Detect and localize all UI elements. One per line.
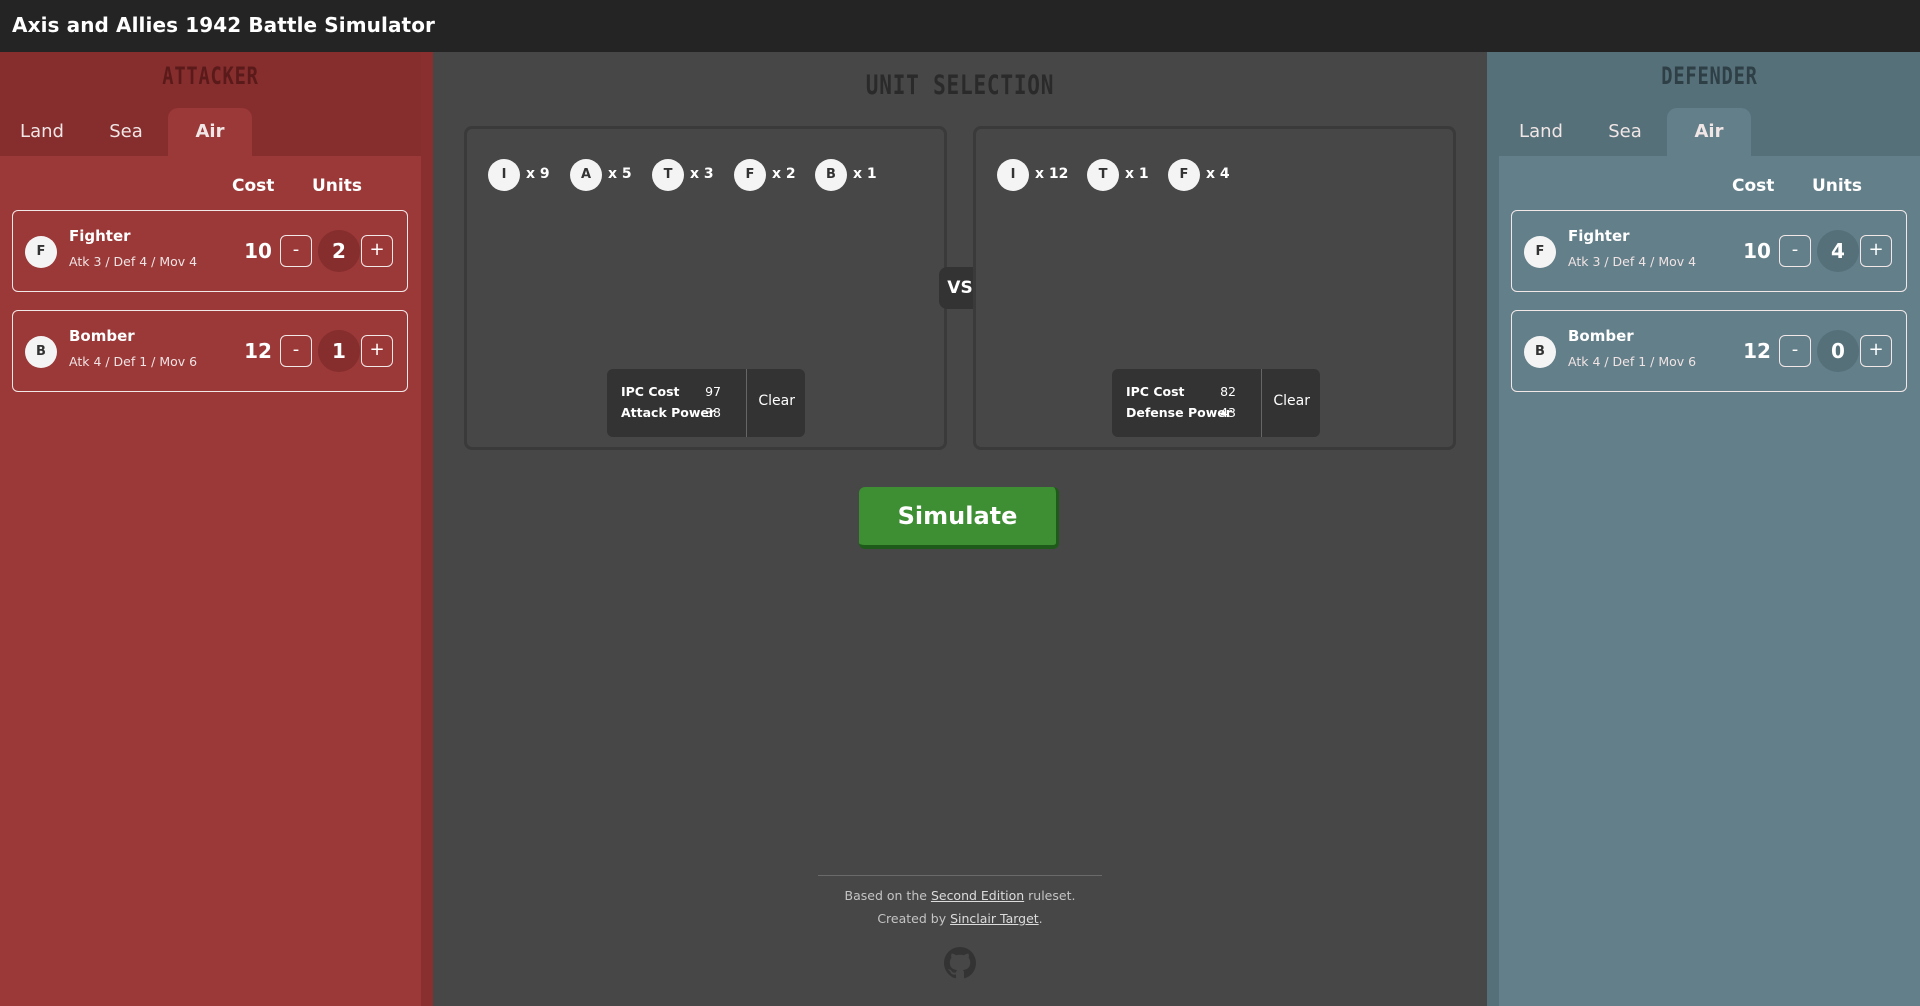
unit-selection-title: UNIT SELECTION: [865, 70, 1055, 101]
unit-stats: Atk 3 / Def 4 / Mov 4: [1568, 254, 1697, 269]
attack-power-value: 38: [705, 405, 721, 420]
decrement-button[interactable]: -: [1779, 235, 1811, 267]
ipc-cost-label: IPC Cost: [1126, 384, 1185, 399]
unit-cost: 12: [1743, 339, 1771, 363]
unit-stats: Atk 4 / Def 1 / Mov 6: [69, 354, 198, 369]
attacker-panel-edge: [421, 52, 433, 1006]
footer-text: Based on the: [844, 888, 931, 903]
defender-summary: IPC Cost 82 Defense Power 43 Clear: [1112, 369, 1320, 437]
unit-count: 0: [1817, 330, 1859, 372]
footer-text: .: [1038, 911, 1043, 926]
attack-power-label: Attack Power: [621, 405, 716, 420]
attacker-header: ATTACKER Land Sea Air: [0, 52, 421, 156]
unit-count: 1: [318, 330, 360, 372]
decrement-button[interactable]: -: [280, 235, 312, 267]
unit-name: Fighter: [1568, 227, 1630, 245]
footer-credit: Created by Sinclair Target.: [433, 911, 1487, 926]
chip-quantity: x 1: [1125, 166, 1149, 182]
increment-button[interactable]: +: [361, 335, 393, 367]
unit-cost: 10: [1743, 239, 1771, 263]
defender-panel: DEFENDER Land Sea Air Cost Units F Fight…: [1487, 52, 1920, 1006]
unit-letter-icon: T: [652, 159, 684, 191]
attacker-unit-fighter: F Fighter Atk 3 / Def 4 / Mov 4 10 - 2 +: [12, 210, 408, 292]
attacker-tabs: Land Sea Air: [0, 108, 421, 156]
github-icon[interactable]: [944, 947, 976, 979]
defender-panel-edge: [1487, 52, 1499, 1006]
increment-button[interactable]: +: [361, 235, 393, 267]
footer-ruleset: Based on the Second Edition ruleset.: [433, 888, 1487, 903]
attacker-army-box: I x 9 A x 5 T x 3 F x 2 B x 1 IPC Cost 9…: [464, 126, 947, 450]
defender-army-box: I x 12 T x 1 F x 4 IPC Cost 82 Defense P…: [973, 126, 1456, 450]
chip-quantity: x 2: [772, 166, 796, 182]
defender-heading: DEFENDER: [1661, 62, 1758, 90]
footer-text: Created by: [877, 911, 951, 926]
simulate-button[interactable]: Simulate: [859, 487, 1059, 549]
footer-divider: [818, 875, 1102, 876]
defender-units-header: Units: [1812, 176, 1862, 196]
unit-letter-icon: I: [997, 159, 1029, 191]
clear-button[interactable]: Clear: [1273, 393, 1310, 409]
unit-letter-icon: A: [570, 159, 602, 191]
chip-quantity: x 5: [608, 166, 632, 182]
decrement-button[interactable]: -: [1779, 335, 1811, 367]
decrement-button[interactable]: -: [280, 335, 312, 367]
chip-quantity: x 9: [526, 166, 550, 182]
author-link[interactable]: Sinclair Target: [950, 911, 1039, 926]
chip-quantity: x 1: [853, 166, 877, 182]
unit-name: Bomber: [1568, 327, 1634, 345]
defender-unit-bomber: B Bomber Atk 4 / Def 1 / Mov 6 12 - 0 +: [1511, 310, 1907, 392]
app-title: Axis and Allies 1942 Battle Simulator: [12, 13, 436, 37]
ipc-cost-label: IPC Cost: [621, 384, 680, 399]
fighter-icon: F: [25, 236, 57, 268]
attacker-units-header: Units: [312, 176, 362, 196]
chip-quantity: x 4: [1206, 166, 1230, 182]
defense-power-value: 43: [1220, 405, 1236, 420]
increment-button[interactable]: +: [1860, 335, 1892, 367]
unit-count: 4: [1817, 230, 1859, 272]
bomber-icon: B: [1524, 336, 1556, 368]
ipc-cost-value: 82: [1220, 384, 1236, 399]
defender-header: DEFENDER Land Sea Air: [1499, 52, 1920, 156]
defender-cost-header: Cost: [1732, 176, 1775, 196]
attacker-summary: IPC Cost 97 Attack Power 38 Clear: [607, 369, 805, 437]
clear-button[interactable]: Clear: [758, 393, 795, 409]
attacker-unit-bomber: B Bomber Atk 4 / Def 1 / Mov 6 12 - 1 +: [12, 310, 408, 392]
second-edition-link[interactable]: Second Edition: [931, 888, 1024, 903]
attacker-tab-air[interactable]: Air: [168, 108, 252, 156]
attacker-tab-land[interactable]: Land: [8, 108, 76, 156]
unit-cost: 12: [244, 339, 272, 363]
attacker-panel: ATTACKER Land Sea Air Cost Units F Fight…: [0, 52, 433, 1006]
chip-quantity: x 12: [1035, 166, 1069, 182]
summary-divider: [746, 369, 747, 437]
fighter-icon: F: [1524, 236, 1556, 268]
footer-text: ruleset.: [1024, 888, 1076, 903]
attacker-heading: ATTACKER: [162, 62, 259, 90]
defender-unit-fighter: F Fighter Atk 3 / Def 4 / Mov 4 10 - 4 +: [1511, 210, 1907, 292]
unit-stats: Atk 3 / Def 4 / Mov 4: [69, 254, 198, 269]
defender-tab-air[interactable]: Air: [1667, 108, 1751, 156]
unit-letter-icon: T: [1087, 159, 1119, 191]
increment-button[interactable]: +: [1860, 235, 1892, 267]
summary-divider: [1261, 369, 1262, 437]
chip-quantity: x 3: [690, 166, 714, 182]
defender-tabs: Land Sea Air: [1499, 108, 1920, 156]
unit-letter-icon: F: [1168, 159, 1200, 191]
bomber-icon: B: [25, 336, 57, 368]
attacker-tab-sea[interactable]: Sea: [92, 108, 160, 156]
ipc-cost-value: 97: [705, 384, 721, 399]
unit-cost: 10: [244, 239, 272, 263]
defense-power-label: Defense Power: [1126, 405, 1232, 420]
unit-name: Fighter: [69, 227, 131, 245]
unit-letter-icon: F: [734, 159, 766, 191]
unit-name: Bomber: [69, 327, 135, 345]
top-bar: Axis and Allies 1942 Battle Simulator: [0, 0, 1920, 52]
unit-count: 2: [318, 230, 360, 272]
attacker-cost-header: Cost: [232, 176, 275, 196]
unit-letter-icon: I: [488, 159, 520, 191]
defender-tab-sea[interactable]: Sea: [1591, 108, 1659, 156]
unit-stats: Atk 4 / Def 1 / Mov 6: [1568, 354, 1697, 369]
unit-letter-icon: B: [815, 159, 847, 191]
defender-tab-land[interactable]: Land: [1507, 108, 1575, 156]
